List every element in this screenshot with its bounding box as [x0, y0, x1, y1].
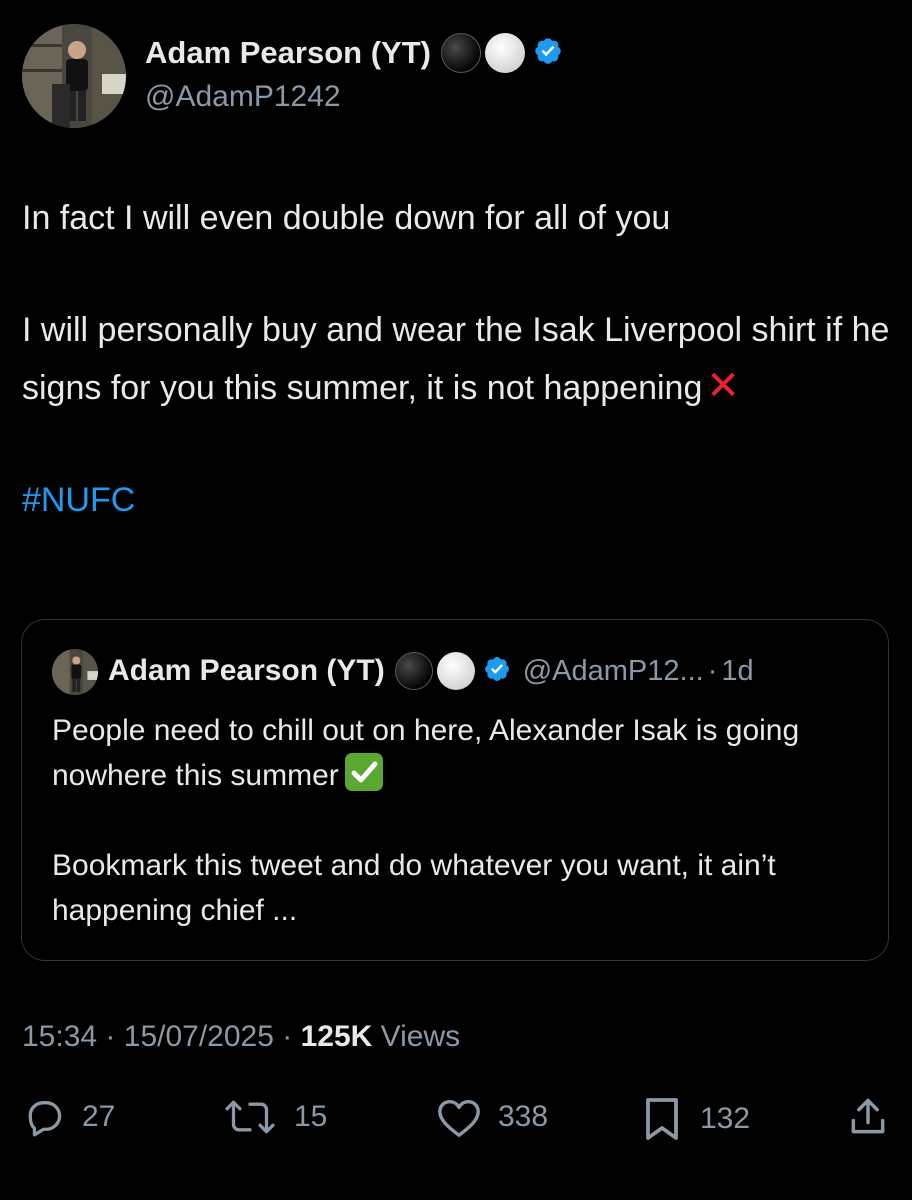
like-count: 338 [498, 1100, 549, 1133]
black-circle-icon [440, 33, 481, 73]
tweet-meta: 15:34 · 15/07/2025 · 125K Views [22, 1020, 460, 1054]
black-circle-icon [394, 652, 433, 690]
share-button[interactable] [846, 1095, 890, 1139]
views-label[interactable]: Views [381, 1020, 460, 1053]
quoted-paragraph-1: People need to chill out on here, Alexan… [52, 708, 862, 798]
quoted-separator: · [707, 654, 718, 687]
cross-mark-icon: ✕ [706, 364, 740, 408]
quoted-tweet-card[interactable]: Adam Pearson (YT) @AdamP12... · 1d Peopl… [21, 619, 889, 961]
retweet-count: 15 [294, 1100, 328, 1133]
tweet-date[interactable]: 15/07/2025 [124, 1020, 274, 1053]
author-display-name[interactable]: Adam Pearson (YT) [145, 35, 431, 71]
author-avatar[interactable] [22, 24, 126, 128]
quoted-handle: @AdamP12... [522, 654, 704, 687]
check-mark-button-icon [344, 753, 383, 791]
author-name-row: Adam Pearson (YT) [145, 33, 563, 73]
reply-count: 27 [82, 1100, 116, 1133]
quoted-header: Adam Pearson (YT) @AdamP12... · 1d [108, 652, 754, 690]
quoted-display-name: Adam Pearson (YT) [108, 654, 385, 687]
meta-separator: · [105, 1020, 116, 1053]
retweet-button[interactable]: 15 [222, 1095, 327, 1139]
views-count[interactable]: 125K [301, 1020, 373, 1053]
white-circle-icon [436, 652, 475, 690]
quoted-time: 1d [721, 654, 754, 687]
share-icon [846, 1095, 890, 1139]
quoted-author-avatar[interactable] [52, 649, 98, 695]
tweet-body: In fact I will even double down for all … [22, 190, 892, 528]
meta-separator: · [282, 1020, 293, 1053]
tweet-time[interactable]: 15:34 [22, 1020, 97, 1053]
verified-badge-icon [533, 36, 563, 71]
tweet-paragraph-2: I will personally buy and wear the Isak … [22, 302, 892, 416]
white-circle-icon [484, 33, 525, 73]
quoted-paragraph-2: Bookmark this tweet and do whatever you … [52, 849, 776, 927]
like-button[interactable]: 338 [436, 1095, 548, 1139]
bookmark-icon [640, 1095, 684, 1143]
quoted-paragraph-1-text: People need to chill out on here, Alexan… [52, 714, 800, 792]
verified-badge-icon [483, 655, 511, 688]
retweet-icon [222, 1095, 278, 1139]
reply-icon [22, 1095, 66, 1139]
reply-button[interactable]: 27 [22, 1095, 115, 1139]
author-handle[interactable]: @AdamP1242 [145, 80, 341, 114]
tweet-paragraph-2-text: I will personally buy and wear the Isak … [22, 311, 890, 407]
bookmark-count: 132 [700, 1102, 751, 1135]
bookmark-button[interactable]: 132 [640, 1095, 750, 1143]
heart-icon [436, 1095, 482, 1139]
hashtag-link[interactable]: #NUFC [22, 481, 135, 519]
tweet-paragraph-1: In fact I will even double down for all … [22, 199, 671, 237]
quoted-body: People need to chill out on here, Alexan… [52, 708, 862, 933]
